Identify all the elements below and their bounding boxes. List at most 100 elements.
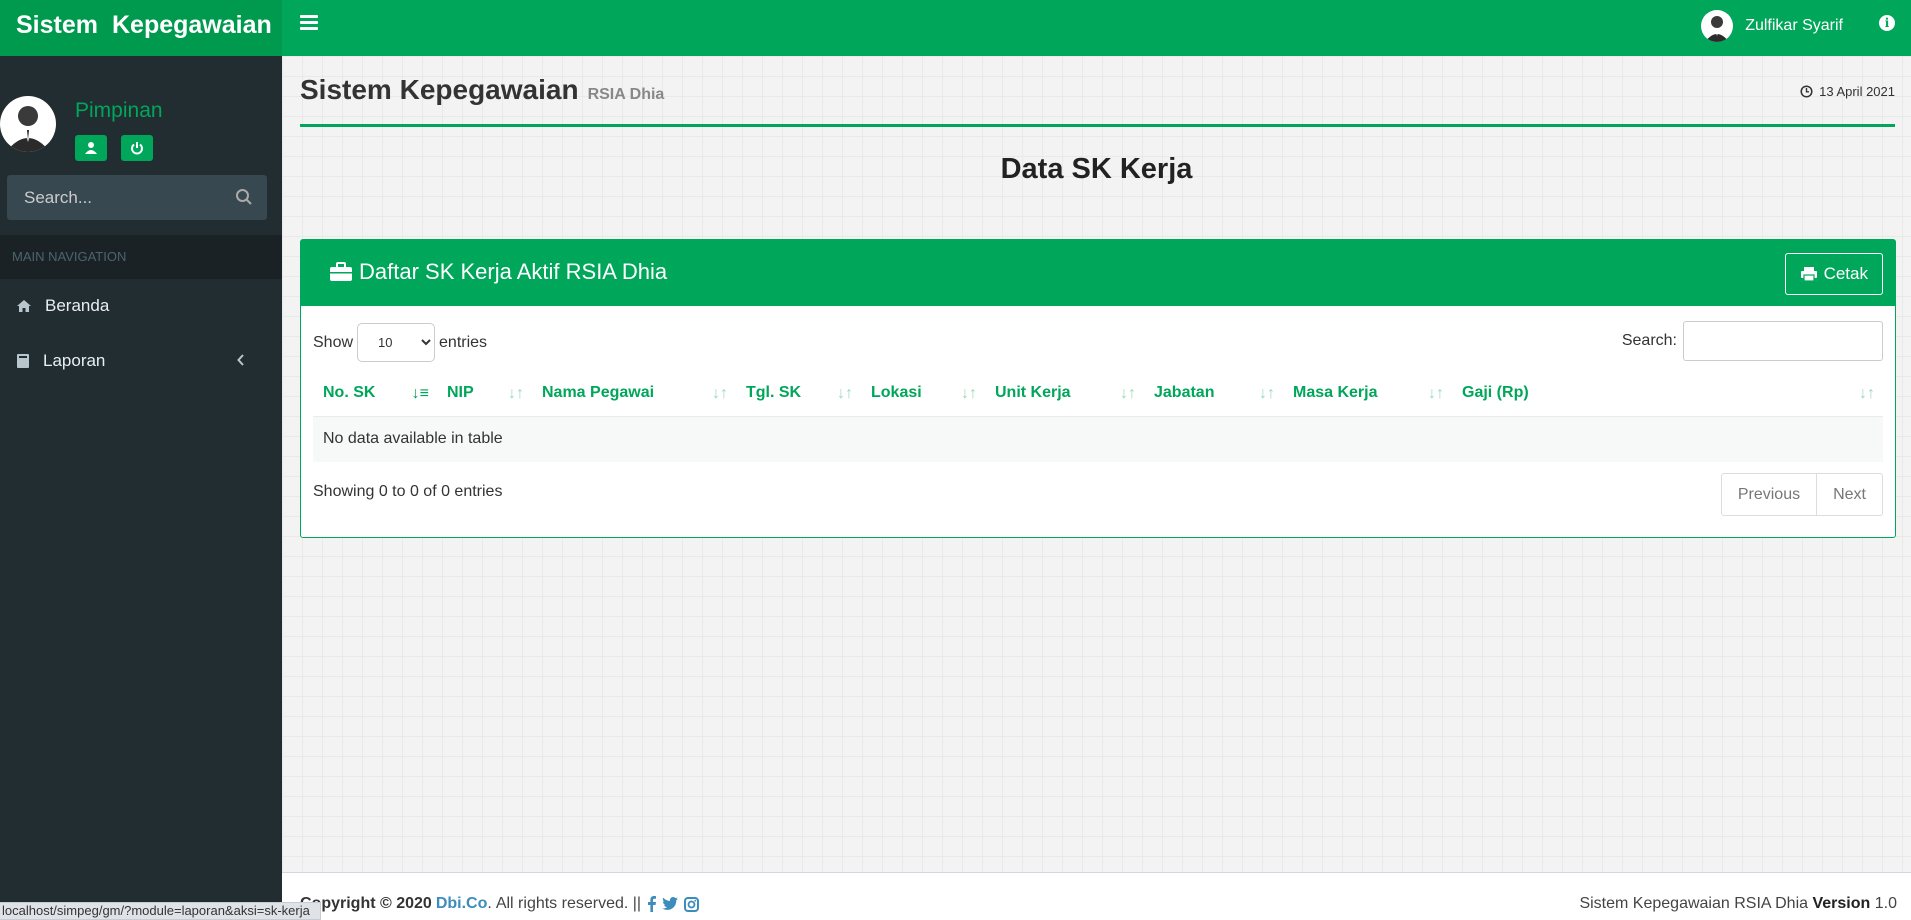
print-icon	[1800, 267, 1817, 282]
facebook-icon[interactable]	[647, 896, 657, 912]
user-role: Pimpinan	[75, 99, 163, 122]
sidebar-item-beranda[interactable]: Beranda	[0, 279, 282, 333]
show-label: Show	[313, 333, 354, 351]
column-label: Nama Pegawai	[542, 383, 655, 401]
table-row: No data available in table	[313, 416, 1883, 462]
page-subtitle: RSIA Dhia	[587, 86, 665, 103]
column-label: No. SK	[323, 383, 376, 401]
column-label: Lokasi	[871, 383, 922, 401]
main-content: Sistem Kepegawaian RSIA Dhia 13 April 202…	[282, 56, 1911, 920]
sort-icon: ↓↑	[1859, 385, 1875, 402]
avatar	[1701, 10, 1734, 42]
sort-icon: ↓↑	[508, 385, 524, 402]
column-label: Tgl. SK	[746, 383, 802, 401]
column-label: Unit Kerja	[995, 383, 1071, 401]
table-search-input[interactable]	[1683, 321, 1883, 361]
date-display: 13 April 2021	[1800, 84, 1895, 99]
pagination: Previous Next	[1720, 473, 1883, 516]
current-date: 13 April 2021	[1819, 84, 1895, 99]
book-icon	[17, 354, 29, 368]
footer-dot: .	[487, 895, 492, 912]
sort-icon: ↓↑	[1259, 385, 1275, 402]
column-header[interactable]: Lokasi ↓↑	[861, 370, 985, 417]
next-button[interactable]: Next	[1816, 474, 1882, 515]
info-icon[interactable]: i	[1879, 15, 1895, 31]
app-name-part2: Kepegawaian	[111, 11, 272, 39]
column-label: Gaji (Rp)	[1462, 383, 1529, 401]
column-header[interactable]: No. SK ↓≡	[313, 370, 437, 417]
column-header[interactable]: Masa Kerja ↓↑	[1283, 370, 1452, 417]
column-header[interactable]: Jabatan ↓↑	[1144, 370, 1283, 417]
column-header[interactable]: Gaji (Rp) ↓↑	[1452, 370, 1883, 417]
length-control: Show 10 entries	[313, 323, 487, 362]
logout-button[interactable]	[121, 135, 153, 161]
chevron-left-icon	[237, 354, 244, 366]
version-label: Version	[1812, 895, 1871, 912]
table-info: Showing 0 to 0 of 0 entries	[313, 483, 503, 500]
user-menu[interactable]: Zulfikar Syarif	[1701, 10, 1843, 42]
top-navbar: Zulfikar Syarif i	[282, 0, 1911, 56]
table-header-row: No. SK ↓≡ NIP ↓↑ Nama Pegawai ↓↑ Tgl. SK ↓↑ …	[313, 370, 1883, 417]
footer-app-name: Sistem Kepegawaian RSIA Dhia	[1579, 895, 1809, 912]
power-icon	[131, 142, 143, 155]
print-label: Cetak	[1823, 264, 1868, 283]
entries-label: entries	[439, 333, 488, 351]
sidebar-search-input[interactable]	[7, 175, 267, 220]
page-title: Sistem Kepegawaian RSIA Dhia	[300, 74, 664, 106]
user-name: Zulfikar Syarif	[1745, 17, 1843, 34]
sidebar: Pimpinan MAIN NAVIGATION Beranda Laporan	[0, 56, 282, 920]
sort-icon: ↓↑	[961, 385, 977, 402]
search-icon[interactable]	[235, 188, 253, 206]
box-title-text: Daftar SK Kerja Aktif RSIA Dhia	[359, 259, 668, 284]
twitter-icon[interactable]	[662, 897, 679, 911]
sort-icon: ↓↑	[712, 385, 728, 402]
sidebar-item-label: Laporan	[43, 351, 106, 370]
footer-version: Sistem Kepegawaian RSIA Dhia Version 1.0	[1579, 895, 1897, 913]
app-logo[interactable]: Sistem Kepegawaian	[0, 0, 282, 56]
column-label: Jabatan	[1154, 383, 1215, 401]
sidebar-search	[7, 175, 267, 220]
rights-text: All rights reserved. ||	[495, 895, 642, 912]
section-title: Data SK Kerja	[1000, 153, 1193, 185]
profile-button[interactable]	[75, 135, 107, 161]
instagram-icon[interactable]	[684, 896, 700, 912]
avatar	[0, 96, 56, 152]
sort-icon: ↓↑	[1428, 385, 1444, 402]
column-label: Masa Kerja	[1293, 383, 1378, 401]
hamburger-icon[interactable]	[300, 15, 318, 31]
user-icon	[85, 142, 97, 154]
browser-status-url: localhost/simpeg/gm/?module=laporan&aksi…	[0, 902, 321, 920]
box-header: Daftar SK Kerja Aktif RSIA Dhia Cetak	[301, 240, 1895, 306]
app-name-part1: Sistem	[16, 11, 98, 39]
footer: Copyright © 2020 Dbi.Co. All rights rese…	[282, 872, 1911, 920]
sk-kerja-box: Daftar SK Kerja Aktif RSIA Dhia Cetak Sh…	[300, 239, 1896, 538]
page-title-text: Sistem Kepegawaian	[300, 74, 579, 105]
column-label: NIP	[447, 383, 474, 401]
version-number: 1.0	[1874, 895, 1897, 912]
title-divider	[300, 124, 1895, 127]
column-header[interactable]: NIP ↓↑	[437, 370, 532, 417]
company-link[interactable]: Dbi.Co	[436, 895, 488, 913]
sidebar-item-laporan[interactable]: Laporan	[0, 334, 282, 388]
home-icon	[17, 300, 31, 312]
search-label: Search:	[1621, 332, 1677, 349]
sidebar-item-label: Beranda	[45, 296, 110, 315]
sk-kerja-table: No. SK ↓≡ NIP ↓↑ Nama Pegawai ↓↑ Tgl. SK ↓↑ …	[313, 370, 1883, 462]
sort-desc-icon: ↓≡	[411, 385, 429, 402]
nav-header: MAIN NAVIGATION	[0, 235, 282, 279]
column-header[interactable]: Nama Pegawai ↓↑	[532, 370, 736, 417]
clock-icon	[1800, 85, 1813, 98]
print-button[interactable]: Cetak	[1784, 253, 1883, 295]
table-search: Search:	[1622, 321, 1883, 361]
user-panel: Pimpinan	[0, 56, 282, 172]
briefcase-icon	[330, 262, 352, 281]
column-header[interactable]: Unit Kerja ↓↑	[985, 370, 1144, 417]
empty-message: No data available in table	[313, 416, 1883, 462]
box-title: Daftar SK Kerja Aktif RSIA Dhia	[329, 259, 667, 285]
column-header[interactable]: Tgl. SK ↓↑	[736, 370, 861, 417]
footer-copyright: Copyright © 2020 Dbi.Co. All rights rese…	[300, 895, 700, 913]
sort-icon: ↓↑	[1120, 385, 1136, 402]
sort-icon: ↓↑	[837, 385, 853, 402]
entries-select[interactable]: 10	[357, 323, 436, 362]
previous-button[interactable]: Previous	[1722, 474, 1816, 515]
